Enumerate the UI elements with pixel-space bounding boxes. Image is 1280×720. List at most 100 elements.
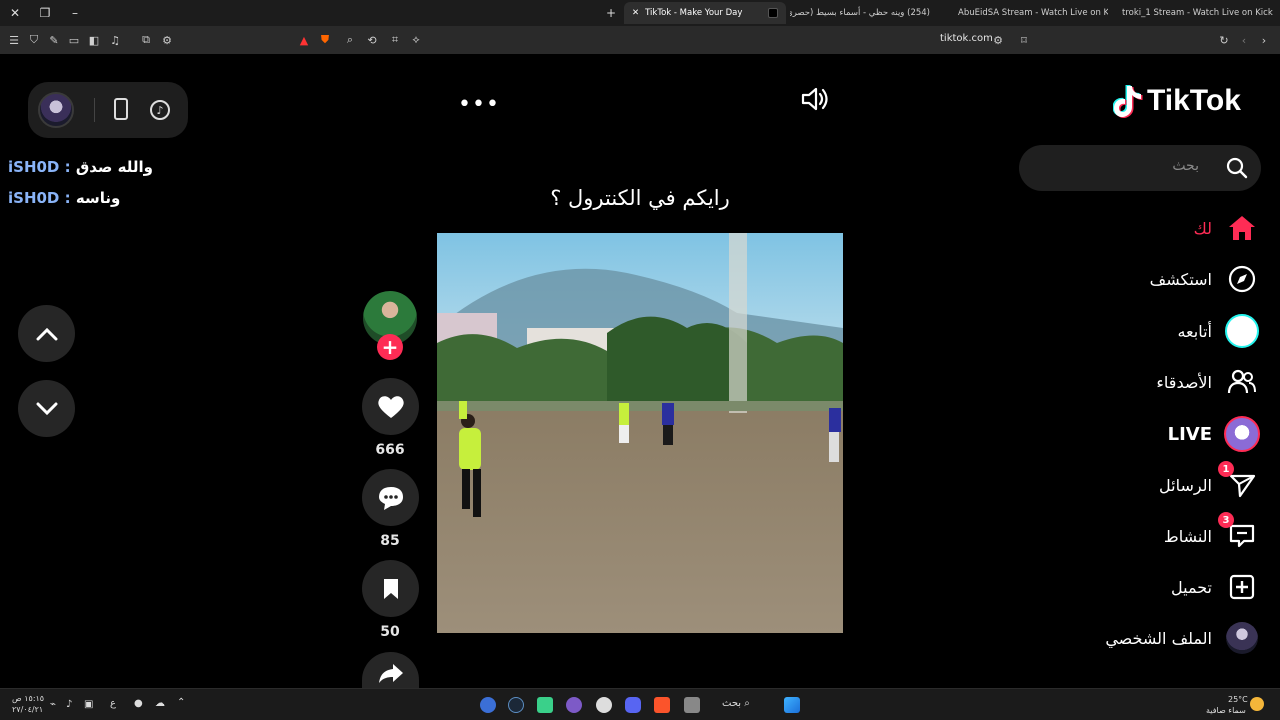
site-settings-icon[interactable]: ⚙	[988, 30, 1008, 50]
messages-badge: 1	[1218, 461, 1234, 477]
tiktok-note-icon	[1113, 85, 1143, 118]
app-copilot-icon[interactable]	[480, 697, 496, 713]
tray-volume-icon[interactable]: ♪	[66, 699, 72, 710]
sidebar-item-for-you[interactable]: لك	[1040, 208, 1260, 248]
logo-wordmark: TikTok	[1147, 84, 1241, 117]
sidebar-item-upload[interactable]: تحميل	[1040, 567, 1260, 607]
sidebar-item-label: استكشف	[1149, 269, 1212, 289]
app-discord-icon[interactable]	[625, 697, 641, 713]
comment-count: 85	[380, 533, 400, 549]
search-placeholder: بحث	[1172, 158, 1199, 174]
tab-kick-abueid[interactable]: AbuEidSA Stream - Watch Live on Kick	[950, 2, 1108, 24]
sidebar-item-explore[interactable]: استكشف	[1040, 259, 1260, 299]
share-button[interactable]	[362, 652, 419, 688]
tiktok-icon: ♪	[150, 100, 170, 120]
zoom-icon[interactable]: ⌕	[340, 30, 360, 50]
search-bar[interactable]: بحث	[1019, 145, 1261, 191]
activity-badge: 3	[1218, 512, 1234, 528]
app-task-view-icon[interactable]	[684, 697, 700, 713]
comment-button[interactable]	[362, 469, 419, 526]
profile-avatar-icon	[1224, 620, 1260, 656]
heart-icon	[377, 395, 404, 418]
save-button[interactable]	[362, 560, 419, 617]
app-green-icon[interactable]	[537, 697, 553, 713]
video-frame	[437, 233, 843, 633]
weather-temp[interactable]: 25°C	[1228, 695, 1248, 704]
menu-icon[interactable]: ☰	[4, 30, 24, 50]
bookmark-icon[interactable]: ⌑	[1014, 30, 1034, 50]
tray-network-icon[interactable]: ⌁	[50, 699, 56, 710]
sidebar-item-label: تحميل	[1171, 577, 1212, 597]
search-icon[interactable]	[1225, 156, 1249, 180]
share-icon	[378, 664, 403, 683]
phone-icon	[114, 98, 128, 120]
app-settings-icon[interactable]	[596, 697, 612, 713]
sidebar-item-label: الملف الشخصي	[1105, 628, 1212, 648]
tray-chevron-up-icon[interactable]: ⌃	[177, 697, 185, 708]
video-player[interactable]	[437, 233, 843, 633]
sidebar-item-profile[interactable]: الملف الشخصي	[1040, 618, 1260, 658]
sidebar-item-messages[interactable]: الرسائل 1	[1040, 461, 1260, 505]
next-video-button[interactable]	[18, 380, 75, 437]
chat-line: iSH0D : والله صدق	[8, 158, 153, 176]
minimize-window-icon[interactable]: –	[60, 0, 90, 26]
tab-kick-troki[interactable]: troki_1 Stream - Watch Live on Kick	[1114, 2, 1278, 24]
tray-battery-icon[interactable]: ▣	[84, 699, 93, 710]
tab-tiktok[interactable]: ✕ TikTok - Make Your Day	[624, 2, 786, 24]
chevron-up-icon	[36, 327, 57, 340]
follow-plus-button[interactable]: +	[377, 334, 403, 360]
new-tab-icon[interactable]: +	[596, 0, 626, 26]
input-language[interactable]: ع	[110, 698, 116, 709]
close-tab-icon[interactable]: ✕	[632, 8, 639, 18]
activity-icon: 3	[1218, 512, 1260, 554]
shield-icon[interactable]: ⛉	[24, 30, 44, 50]
extension-icon[interactable]: ✎	[44, 30, 64, 50]
tab-youtube[interactable]: (254) وينه حظي - أسماء بسيط (حصري)	[790, 2, 944, 24]
clock-date[interactable]: ٢٧/٠٤/٢١	[12, 705, 43, 714]
tabs-icon[interactable]: ▭	[64, 30, 84, 50]
sidebar-item-following[interactable]: أتابعه	[1040, 311, 1260, 351]
previous-video-button[interactable]	[18, 305, 75, 362]
sidebar-item-live[interactable]: LIVE	[1040, 414, 1260, 454]
more-options-icon[interactable]: •••	[458, 92, 500, 117]
like-button[interactable]	[362, 378, 419, 435]
crop-icon[interactable]: ⌗	[385, 30, 405, 50]
brave-rewards-icon[interactable]: ▲	[294, 30, 314, 50]
weather-desc[interactable]: سماء صافية	[1206, 706, 1246, 715]
sidebar-icon[interactable]: ◧	[84, 30, 104, 50]
compass-icon	[1224, 261, 1260, 297]
restore-window-icon[interactable]: ❐	[30, 0, 60, 26]
reload-icon[interactable]: ↻	[1214, 30, 1234, 50]
settings-icon[interactable]: ⚙	[157, 30, 177, 50]
forward-icon[interactable]: ›	[1254, 30, 1274, 50]
music-icon[interactable]: ♫	[105, 30, 125, 50]
brave-shield-icon[interactable]: ⛊	[315, 30, 335, 50]
friends-icon	[1224, 364, 1260, 400]
close-window-icon[interactable]: ✕	[0, 0, 30, 26]
os-taskbar: ١٥:١٥ ص ٢٧/٠٤/٢١ ⌁ ♪ ▣ ع ● ☁ ⌃ بحث ⌕ 25°…	[0, 688, 1280, 720]
clock-time[interactable]: ١٥:١٥ ص	[12, 694, 44, 703]
windows-start-icon[interactable]	[784, 697, 800, 713]
taskbar-search[interactable]: بحث ⌕	[722, 698, 750, 709]
sync-icon[interactable]: ⟡	[406, 30, 426, 50]
address-bar-url[interactable]: tiktok.com	[940, 33, 993, 44]
messages-icon: 1	[1218, 461, 1260, 503]
sidebar-item-friends[interactable]: الأصدقاء	[1040, 362, 1260, 402]
tray-cloud-icon[interactable]: ☁	[155, 698, 165, 709]
app-purple-icon[interactable]	[566, 697, 582, 713]
screenshot-icon[interactable]: ⧉	[136, 30, 156, 50]
save-count: 50	[380, 624, 400, 640]
tiktok-logo[interactable]: TikTok	[1113, 84, 1241, 118]
app-brave-icon[interactable]	[654, 697, 670, 713]
microphone-icon[interactable]: ●	[134, 698, 143, 709]
browser-tabbar: ✕ ❐ – + ✕ TikTok - Make Your Day (254) و…	[0, 0, 1280, 26]
sidebar-item-label: الرسائل	[1159, 475, 1212, 495]
tiktok-page: ♪ iSH0D : والله صدق iSH0D : وناسه ••• را…	[0, 54, 1280, 688]
back-icon[interactable]: ‹	[1234, 30, 1254, 50]
translate-icon[interactable]: ⟲	[362, 30, 382, 50]
chat-separator: :	[59, 189, 76, 207]
weather-moon-icon[interactable]	[1250, 697, 1264, 711]
app-steam-icon[interactable]	[508, 697, 524, 713]
volume-icon[interactable]	[800, 86, 830, 116]
sidebar-item-activity[interactable]: النشاط 3	[1040, 512, 1260, 556]
